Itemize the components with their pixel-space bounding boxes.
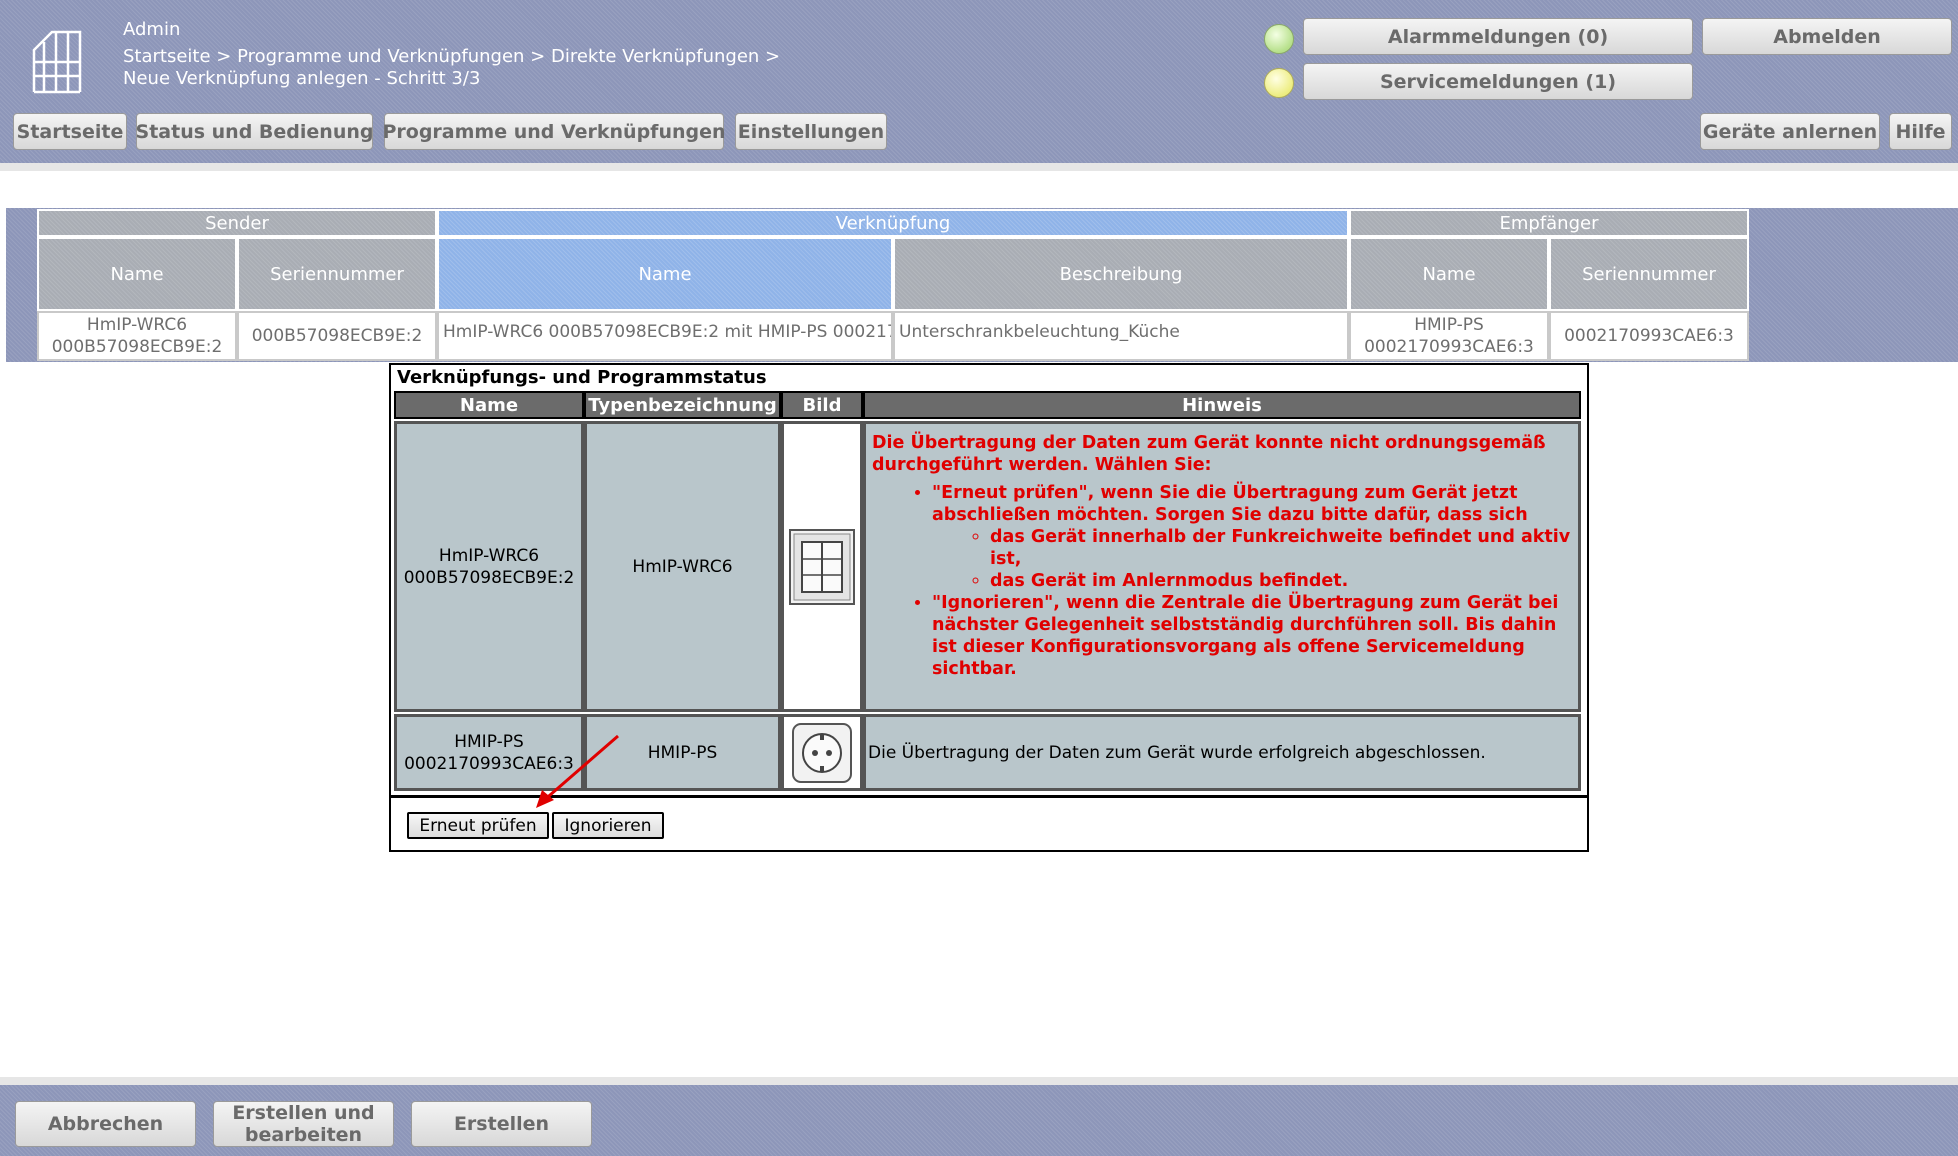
group-header-sender: Sender <box>37 209 437 237</box>
status-column-hint: Hinweis <box>863 391 1581 419</box>
logout-button[interactable]: Abmelden <box>1702 18 1952 55</box>
column-header-receiver-name: Name <box>1349 237 1549 311</box>
link-description-input[interactable]: Unterschrankbeleuchtung_Küche <box>893 311 1349 361</box>
status-row-1-name: HmIP-WRC6 000B57098ECB9E:2 <box>394 421 584 712</box>
hint-option-ignore: "Ignorieren", wenn die Zentrale die Über… <box>932 592 1572 680</box>
hint-sub-learn-mode: das Gerät im Anlernmodus befindet. <box>990 570 1572 592</box>
nav-help-button[interactable]: Hilfe <box>1889 113 1952 150</box>
alarm-status-led-icon <box>1264 24 1294 54</box>
plug-adapter-device-icon <box>792 722 852 783</box>
receiver-name-cell: HMIP-PS 0002170993CAE6:3 <box>1349 311 1549 361</box>
status-row-1-name-line1: HmIP-WRC6 <box>438 545 540 566</box>
footer-separator <box>0 1077 1958 1085</box>
nav-status-button[interactable]: Status und Bedienung <box>136 113 373 150</box>
header-separator <box>0 163 1958 171</box>
retry-button[interactable]: Erneut prüfen <box>407 812 549 839</box>
hint-intro: Die Übertragung der Daten zum Gerät konn… <box>872 433 1546 475</box>
status-row-1-hint: Die Übertragung der Daten zum Gerät konn… <box>863 421 1581 712</box>
link-name-input[interactable]: HmIP-WRC6 000B57098ECB9E:2 mit HMIP-PS 0… <box>437 311 893 361</box>
group-header-receiver: Empfänger <box>1349 209 1749 237</box>
hint-sub-range: das Gerät innerhalb der Funkreichweite b… <box>990 526 1572 570</box>
status-column-type: Typenbezeichnung <box>584 391 781 419</box>
status-row-2-image <box>781 714 863 791</box>
wall-switch-device-icon <box>789 528 855 605</box>
service-messages-button[interactable]: Servicemeldungen (1) <box>1303 63 1693 100</box>
group-header-link: Verknüpfung <box>437 209 1349 237</box>
breadcrumb[interactable]: Startseite > Programme und Verknüpfungen… <box>123 46 780 68</box>
house-logo-icon <box>32 30 82 94</box>
sender-name-line1: HmIP-WRC6 <box>86 315 188 335</box>
breadcrumb-current: Neue Verknüpfung anlegen - Schritt 3/3 <box>123 68 481 89</box>
annotation-arrow-icon <box>536 734 619 808</box>
status-row-1-image <box>781 421 863 712</box>
status-row-1-type: HmIP-WRC6 <box>584 421 781 712</box>
status-column-image: Bild <box>781 391 863 419</box>
status-title: Verknüpfungs- und Programmstatus <box>397 367 767 388</box>
receiver-name-line1: HMIP-PS <box>1414 315 1484 335</box>
header-bar: Admin Startseite > Programme und Verknüp… <box>0 0 1958 163</box>
status-column-name: Name <box>394 391 584 419</box>
hint-option-retry: "Erneut prüfen", wenn Sie die Übertragun… <box>932 482 1572 592</box>
create-button[interactable]: Erstellen <box>411 1101 592 1147</box>
nav-teach-in-button[interactable]: Geräte anlernen <box>1700 113 1880 150</box>
nav-settings-button[interactable]: Einstellungen <box>735 113 887 150</box>
hint-option-retry-text: "Erneut prüfen", wenn Sie die Übertragun… <box>932 483 1528 525</box>
hint-options: "Erneut prüfen", wenn Sie die Übertragun… <box>872 482 1572 680</box>
alarm-messages-button[interactable]: Alarmmeldungen (0) <box>1303 18 1693 55</box>
status-row-2-name-line1: HMIP-PS <box>454 731 524 752</box>
column-header-link-description: Beschreibung <box>893 237 1349 311</box>
column-header-link-name: Name <box>437 237 893 311</box>
column-header-sender-serial: Seriennummer <box>237 237 437 311</box>
status-row-1-name-line2: 000B57098ECB9E:2 <box>403 567 575 588</box>
nav-programs-button[interactable]: Programme und Verknüpfungen <box>382 113 726 150</box>
column-header-sender-name: Name <box>37 237 237 311</box>
ignore-button[interactable]: Ignorieren <box>552 812 664 839</box>
sender-name-line2: 000B57098ECB9E:2 <box>51 337 223 357</box>
sender-name-cell: HmIP-WRC6 000B57098ECB9E:2 <box>37 311 237 361</box>
nav-home-button[interactable]: Startseite <box>13 113 127 150</box>
column-header-receiver-serial: Seriennummer <box>1549 237 1749 311</box>
cancel-button[interactable]: Abbrechen <box>15 1101 196 1147</box>
receiver-name-line2: 0002170993CAE6:3 <box>1364 337 1534 357</box>
sender-serial-cell: 000B57098ECB9E:2 <box>237 311 437 361</box>
user-name: Admin <box>123 19 181 40</box>
service-status-led-icon <box>1264 68 1294 98</box>
footer-bar: Abbrechen Erstellen und bearbeiten Erste… <box>0 1085 1958 1156</box>
create-and-edit-button[interactable]: Erstellen und bearbeiten <box>213 1101 394 1147</box>
receiver-serial-cell: 0002170993CAE6:3 <box>1549 311 1749 361</box>
status-row-2-hint: Die Übertragung der Daten zum Gerät wurd… <box>863 714 1581 791</box>
